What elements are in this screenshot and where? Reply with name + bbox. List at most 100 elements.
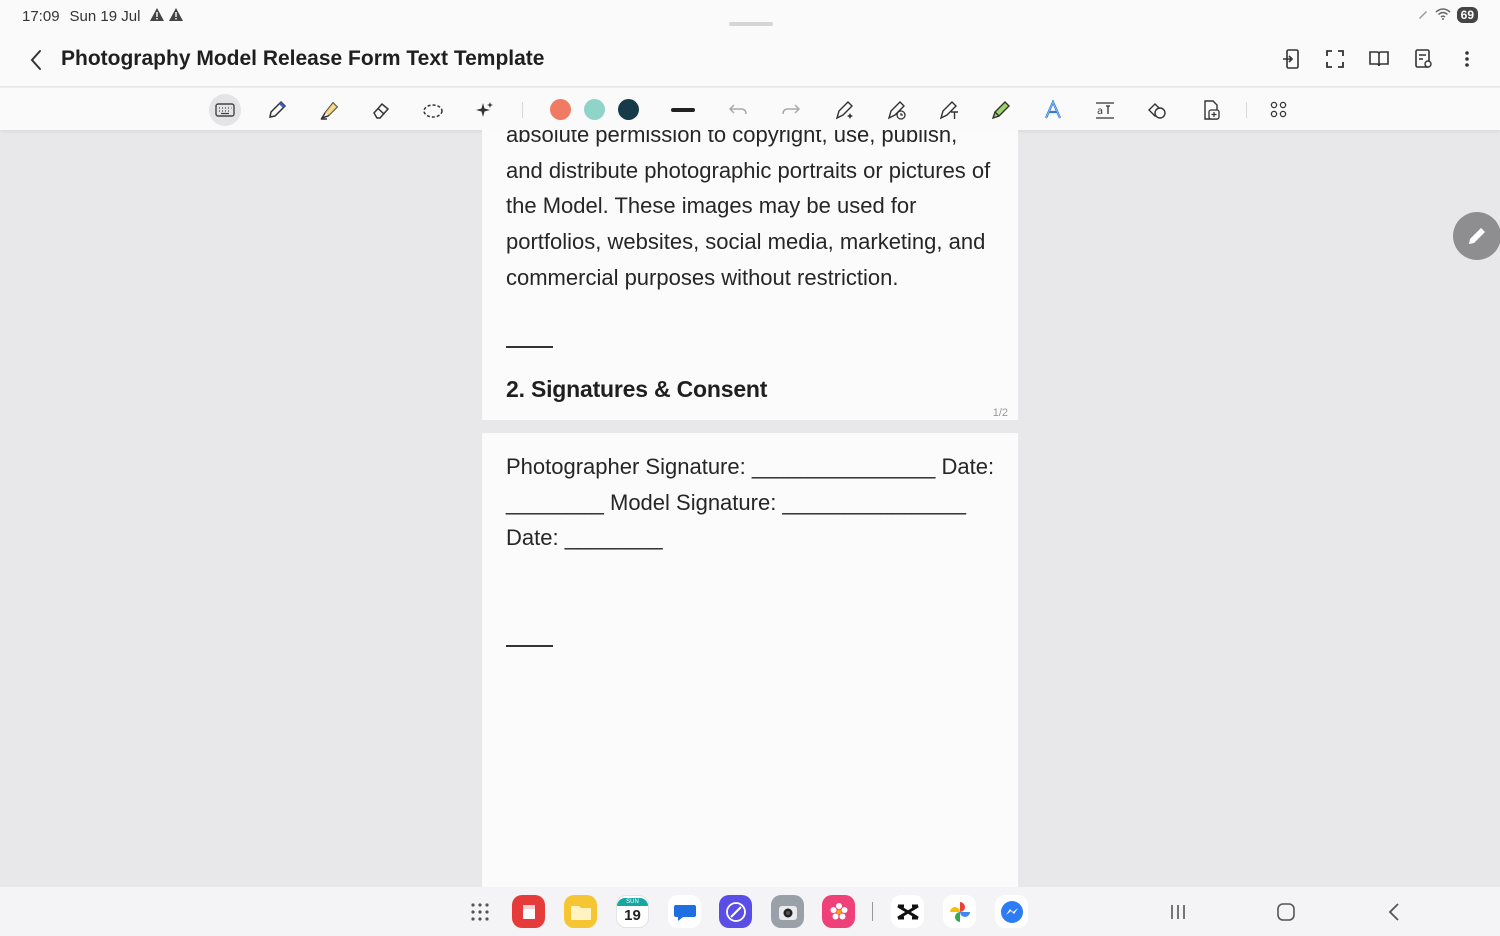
undo-icon — [728, 104, 747, 115]
nav-back-button[interactable] — [1381, 899, 1407, 925]
status-date: Sun 19 Jul — [69, 8, 141, 25]
files-app-icon[interactable] — [564, 895, 597, 928]
smart-pen-tool[interactable] — [829, 94, 861, 126]
color-swatch-coral[interactable] — [550, 99, 571, 120]
eraser-tool[interactable] — [365, 94, 397, 126]
ai-assist-tool[interactable] — [469, 94, 501, 126]
camera-app-icon[interactable] — [771, 895, 804, 928]
export-button[interactable] — [1276, 44, 1306, 74]
pen-text-icon — [939, 101, 958, 120]
pen-icon — [269, 100, 287, 118]
fullscreen-icon — [1326, 50, 1344, 68]
svg-text:a: a — [1097, 106, 1103, 117]
redo-icon — [782, 104, 801, 115]
drawing-toolbar: a — [0, 87, 1500, 130]
lasso-icon — [423, 104, 443, 118]
taskbar-divider — [872, 902, 873, 921]
capcut-app-icon[interactable] — [891, 895, 924, 928]
horizontal-rule — [506, 346, 553, 348]
note-page-1[interactable]: absolute permission to copyright, use, p… — [482, 130, 1018, 420]
status-right: 69 — [1417, 7, 1478, 23]
recent-apps-button[interactable] — [1165, 899, 1191, 925]
home-icon — [1277, 903, 1295, 921]
grid-icon — [1270, 101, 1287, 118]
page-number: 1/2 — [992, 407, 1008, 419]
recents-icon — [1171, 905, 1185, 919]
notes-app-icon[interactable] — [512, 895, 545, 928]
warning-icon — [150, 7, 184, 26]
colored-pen-icon — [991, 101, 1010, 120]
pen-clock-icon — [887, 101, 906, 120]
pen-tool[interactable] — [261, 94, 293, 126]
keyboard-tool[interactable] — [209, 94, 241, 126]
pencil-icon — [1469, 228, 1485, 244]
chevron-left-icon — [1388, 903, 1399, 921]
timer-pen-tool[interactable] — [881, 94, 913, 126]
book-view-button[interactable] — [1364, 44, 1394, 74]
page-title: Photography Model Release Form Text Temp… — [61, 47, 545, 70]
more-tools-button[interactable] — [1263, 94, 1295, 126]
insert-tool[interactable] — [1195, 94, 1227, 126]
page2-body-text[interactable]: Photographer Signature: _______________ … — [506, 449, 996, 556]
status-left: 17:09 Sun 19 Jul — [22, 7, 184, 26]
title-actions — [1276, 44, 1482, 74]
line-thickness-icon — [671, 108, 695, 112]
pen-status-icon — [1417, 8, 1429, 23]
status-bar: 17:09 Sun 19 Jul 69 — [0, 0, 1500, 34]
gallery-app-icon[interactable] — [822, 895, 855, 928]
text-pen-tool[interactable] — [933, 94, 965, 126]
lasso-tool[interactable] — [417, 94, 449, 126]
export-icon — [1283, 49, 1299, 69]
insert-page-icon — [1204, 100, 1220, 120]
text-convert-icon: a — [1096, 102, 1114, 119]
shapes-tool[interactable] — [1141, 94, 1173, 126]
calendar-day-label: SUN — [617, 897, 648, 906]
eraser-icon — [373, 102, 390, 119]
sparkle-icon — [476, 102, 493, 117]
messenger-app-icon[interactable] — [995, 895, 1028, 928]
page-settings-icon — [1415, 49, 1432, 68]
back-button[interactable] — [22, 46, 50, 74]
shapes-icon — [1148, 103, 1166, 119]
highlighter-tool[interactable] — [313, 94, 345, 126]
color-swatch-teal[interactable] — [584, 99, 605, 120]
chevron-left-icon — [30, 50, 41, 70]
toolbar-divider — [522, 102, 523, 118]
browser-app-icon[interactable] — [719, 895, 752, 928]
drag-handle[interactable] — [729, 22, 773, 26]
keyboard-icon — [215, 103, 235, 117]
handwriting-a-icon — [1044, 99, 1062, 119]
page1-body-text[interactable]: absolute permission to copyright, use, p… — [506, 130, 996, 296]
highlighter-icon — [320, 101, 339, 120]
calendar-date-label: 19 — [624, 906, 641, 924]
redo-button[interactable] — [775, 94, 807, 126]
battery-indicator: 69 — [1456, 7, 1478, 23]
wifi-icon — [1435, 7, 1451, 23]
horizontal-rule — [506, 645, 553, 647]
more-options-button[interactable] — [1452, 44, 1482, 74]
more-vertical-icon — [1465, 51, 1469, 67]
title-bar: Photography Model Release Form Text Temp… — [0, 34, 1500, 86]
handwriting-tool[interactable] — [1037, 94, 1069, 126]
book-icon — [1369, 51, 1389, 67]
undo-button[interactable] — [722, 94, 754, 126]
section-heading[interactable]: 2. Signatures & Consent — [506, 376, 767, 403]
calendar-app-icon[interactable]: SUN 19 — [616, 895, 649, 928]
home-button[interactable] — [1273, 899, 1299, 925]
toolbar-divider — [1246, 102, 1247, 118]
note-page-2[interactable]: Photographer Signature: _______________ … — [482, 433, 1018, 887]
page-settings-button[interactable] — [1408, 44, 1438, 74]
color-swatch-navy[interactable] — [618, 99, 639, 120]
messages-app-icon[interactable] — [668, 895, 701, 928]
color-pen-tool[interactable] — [985, 94, 1017, 126]
photos-app-icon[interactable] — [943, 895, 976, 928]
app-grid-icon — [471, 903, 489, 921]
fullscreen-button[interactable] — [1320, 44, 1350, 74]
app-drawer-button[interactable] — [467, 899, 493, 925]
taskbar: SUN 19 — [0, 887, 1500, 936]
pen-mode-button[interactable] — [1453, 212, 1500, 260]
status-time: 17:09 — [22, 8, 60, 25]
stroke-width-tool[interactable] — [667, 94, 699, 126]
convert-text-tool[interactable]: a — [1089, 94, 1121, 126]
pen-sparkle-icon — [835, 101, 853, 120]
